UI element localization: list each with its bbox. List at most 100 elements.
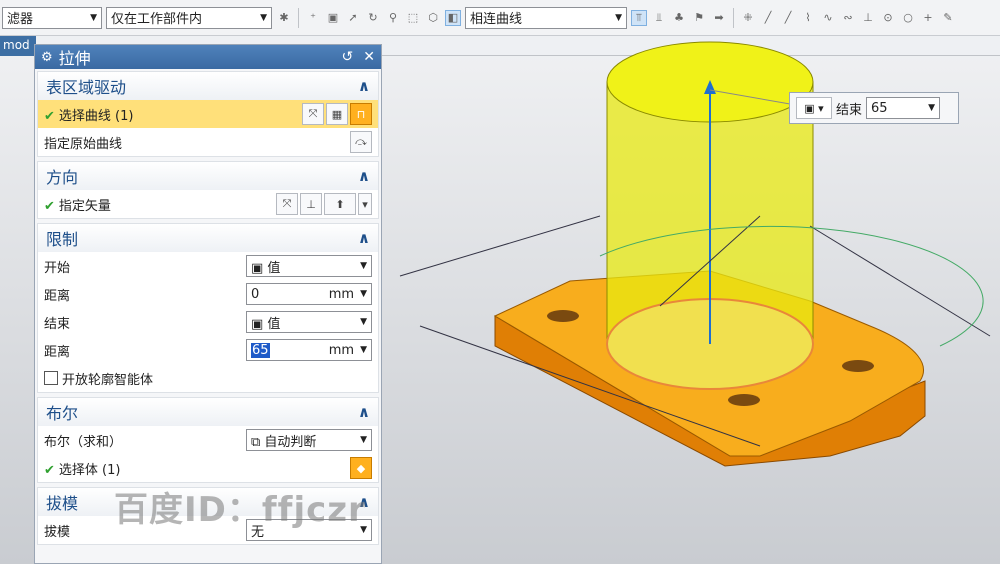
specify-curve-row[interactable]: 指定原始曲线 ⤼ xyxy=(38,128,378,156)
select-curve-label: 选择曲线 (1) xyxy=(58,108,134,124)
specify-vector-label: 指定矢量 xyxy=(58,198,111,214)
box-select-icon[interactable]: ⬚ xyxy=(405,10,421,26)
end-distance-input[interactable]: 65 mm ▼ xyxy=(246,339,372,361)
chevron-up-icon[interactable]: ∧ xyxy=(358,403,370,421)
check-icon: ✔ xyxy=(44,462,55,478)
edit-icon[interactable]: ✎ xyxy=(940,10,956,26)
hole-1 xyxy=(547,310,579,322)
start-dropdown[interactable]: ▣ 值 ▼ xyxy=(246,255,372,277)
section-title: 表区域驱动 xyxy=(46,78,127,97)
circle-icon[interactable]: ○ xyxy=(900,10,916,26)
curve-icon[interactable]: ⌇ xyxy=(800,10,816,26)
section-region: 表区域驱动 ∧ ✔ 选择曲线 (1) ⤧ ▦ ⊓ 指定原始曲线 ⤼ xyxy=(37,71,379,157)
select-curve-row[interactable]: ✔ 选择曲线 (1) ⤧ ▦ ⊓ xyxy=(38,100,378,128)
section-header-direction[interactable]: 方向 ∧ xyxy=(38,162,378,190)
end-label: 结束 xyxy=(44,316,71,332)
chevron-down-icon[interactable]: ▾ xyxy=(358,193,372,215)
deselect-icon[interactable]: ⤧ xyxy=(302,103,324,125)
section-title: 布尔 xyxy=(46,404,79,423)
filter-label: 滤器 xyxy=(7,12,34,27)
line-snap-icon[interactable]: ╱ xyxy=(760,10,776,26)
chevron-up-icon[interactable]: ∧ xyxy=(358,167,370,185)
solid-body-icon[interactable]: ◆ xyxy=(350,457,372,479)
start-distance-row: 距离 0 mm ▼ xyxy=(38,280,378,308)
section-title: 拔模 xyxy=(46,494,79,513)
rotate-icon[interactable]: ↻ xyxy=(365,10,381,26)
curve-pick-icon[interactable]: ⤼ xyxy=(350,131,372,153)
wave-icon[interactable]: ∾ xyxy=(840,10,856,26)
end-dropdown[interactable]: ▣ 值 ▼ xyxy=(246,311,372,333)
end-value-widget: ▣ ▾ 结束 65 ▼ xyxy=(789,92,959,124)
path-icon[interactable]: ♣ xyxy=(671,10,687,26)
scope-dropdown[interactable]: 仅在工作部件内 ▼ xyxy=(106,6,272,29)
section-header-boolean[interactable]: 布尔 ∧ xyxy=(38,398,378,426)
center-icon[interactable]: ⊙ xyxy=(880,10,896,26)
stop-intersect-icon[interactable]: ⫫ xyxy=(651,10,667,26)
forward-icon[interactable]: ➡ xyxy=(711,10,727,26)
select-body-row[interactable]: ✔ 选择体 (1) ◆ xyxy=(38,454,378,482)
body-icon[interactable]: ⬡ xyxy=(425,10,441,26)
draft-label: 拔模 xyxy=(44,524,71,540)
follow-icon[interactable]: ⚑ xyxy=(691,10,707,26)
open-profile-checkbox[interactable] xyxy=(44,371,58,385)
vector-type-icon[interactable]: ⬆ xyxy=(324,193,356,215)
curve-rule-dropdown[interactable]: 相连曲线 ▼ xyxy=(465,6,627,29)
point-snap-icon[interactable]: ⁜ xyxy=(740,10,756,26)
boolean-dropdown[interactable]: ⧉ 自动判断 ▼ xyxy=(246,429,372,451)
start-label: 开始 xyxy=(44,260,71,276)
value-icon: ▣ xyxy=(251,316,268,332)
specify-vector-row[interactable]: ✔ 指定矢量 ⤧ ⊥ ⬆ ▾ xyxy=(38,190,378,218)
end-box-input[interactable]: 65 ▼ xyxy=(866,97,941,119)
section-header-limits[interactable]: 限制 ∧ xyxy=(38,224,378,252)
reverse-icon[interactable]: ⤧ xyxy=(276,193,298,215)
section-title: 方向 xyxy=(46,168,79,187)
dialog-title-bar: ⚙ 拉伸 ↺ ✕ xyxy=(35,45,381,69)
gear-icon[interactable]: ⚙ xyxy=(41,50,53,65)
section-title: 限制 xyxy=(46,230,79,249)
chevron-up-icon[interactable]: ∧ xyxy=(358,77,370,95)
value-type-icon[interactable]: ▣ ▾ xyxy=(796,97,832,119)
chevron-down-icon: ▼ xyxy=(615,12,622,23)
section-header-region[interactable]: 表区域驱动 ∧ xyxy=(38,72,378,100)
scope-label: 仅在工作部件内 xyxy=(111,12,203,27)
feature-filter-icon[interactable]: ▣ xyxy=(325,10,341,26)
endpoint-icon[interactable]: ╱ xyxy=(780,10,796,26)
chevron-down-icon: ▼ xyxy=(260,12,267,23)
end-row: 结束 ▣ 值 ▼ xyxy=(38,308,378,336)
start-distance-input[interactable]: 0 mm ▼ xyxy=(246,283,372,305)
hole-2 xyxy=(842,360,874,372)
section-limits: 限制 ∧ 开始 ▣ 值 ▼ 距离 0 mm ▼ 结束 ▣ 值 ▼ 距离 65 m… xyxy=(37,223,379,393)
start-distance-label: 距离 xyxy=(44,288,71,304)
perpendicular-icon[interactable]: ⊥ xyxy=(860,10,876,26)
sketch-icon[interactable]: ▦ xyxy=(326,103,348,125)
chevron-down-icon: ▼ xyxy=(360,261,367,271)
open-profile-row[interactable]: 开放轮廓智能体 xyxy=(38,364,378,392)
snap-icon[interactable]: ✱ xyxy=(276,10,292,26)
curve-section-icon[interactable]: ⊓ xyxy=(350,103,372,125)
select-icon[interactable]: ⁺ xyxy=(305,10,321,26)
intersect-icon[interactable]: ⫪ xyxy=(631,9,647,26)
select-all-icon[interactable]: ⚲ xyxy=(385,10,401,26)
reset-icon[interactable]: ↺ xyxy=(342,49,354,65)
cross-icon[interactable]: + xyxy=(920,10,936,26)
close-icon[interactable]: ✕ xyxy=(363,49,375,65)
curve-rule-label: 相连曲线 xyxy=(470,12,523,27)
pointer-icon[interactable]: ➚ xyxy=(345,10,361,26)
chevron-down-icon: ▼ xyxy=(360,317,367,327)
solid-icon[interactable]: ◧ xyxy=(445,9,461,26)
chevron-down-icon: ▼ xyxy=(360,435,367,445)
chevron-up-icon[interactable]: ∧ xyxy=(358,229,370,247)
filter-dropdown[interactable]: 滤器 ▼ xyxy=(2,6,102,29)
tangent-icon[interactable]: ∿ xyxy=(820,10,836,26)
chevron-down-icon[interactable]: ▼ xyxy=(360,345,367,355)
watermark: 百度ID：ffjczr xyxy=(114,490,366,530)
dialog-title: 拉伸 xyxy=(58,49,91,68)
chevron-down-icon[interactable]: ▼ xyxy=(360,289,367,299)
chevron-down-icon: ▼ xyxy=(90,12,97,23)
select-body-label: 选择体 (1) xyxy=(58,462,121,478)
section-direction: 方向 ∧ ✔ 指定矢量 ⤧ ⊥ ⬆ ▾ xyxy=(37,161,379,219)
vector-dialog-icon[interactable]: ⊥ xyxy=(300,193,322,215)
value-icon: ▣ xyxy=(251,260,268,276)
specify-curve-label: 指定原始曲线 xyxy=(44,136,123,152)
end-distance-row: 距离 65 mm ▼ xyxy=(38,336,378,364)
